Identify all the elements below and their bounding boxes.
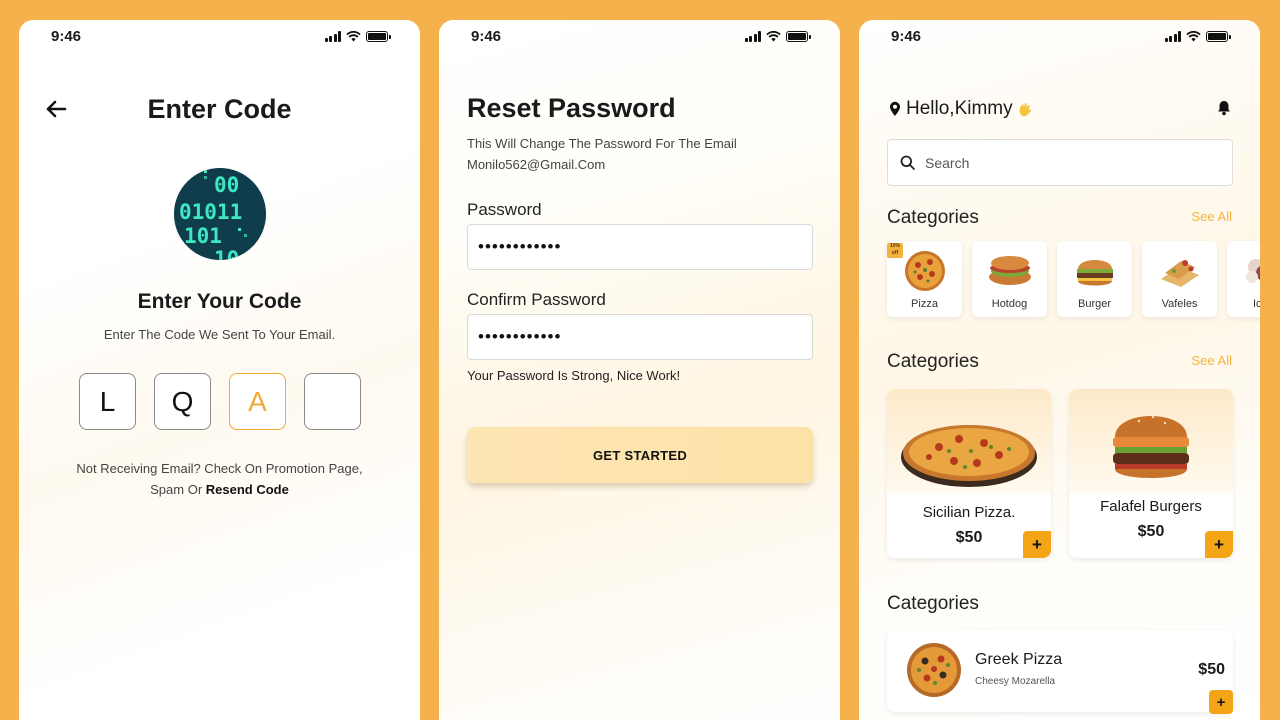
status-bar: 9:46 <box>859 28 1260 48</box>
hotdog-icon <box>988 256 1031 285</box>
code-subtitle: Enter Your Code <box>137 290 302 313</box>
location-pin-icon <box>890 101 900 116</box>
status-time: 9:46 <box>471 28 502 45</box>
enter-code-screen: 9:46 Enter Code 00 01011 101 10 Enter Yo… <box>19 20 420 720</box>
section-title-categories: Categories <box>887 593 979 614</box>
waffles-icon <box>1160 260 1199 287</box>
svg-text:00: 00 <box>214 173 239 197</box>
add-to-cart-button[interactable]: + <box>1209 690 1233 714</box>
code-description: Enter The Code We Sent To Your Email. <box>103 327 336 342</box>
status-icons <box>324 31 391 42</box>
category-hotdog[interactable]: Hotdog <box>972 241 1047 317</box>
section-title-categories: Categories <box>887 207 979 228</box>
waving-hand-icon <box>1019 102 1031 116</box>
category-label: Vafeles <box>1161 298 1198 310</box>
category-label: Hotdog <box>991 298 1028 310</box>
notification-bell-icon[interactable] <box>1216 100 1232 116</box>
search-input[interactable]: Search <box>887 139 1233 186</box>
status-icons <box>1164 31 1231 42</box>
section-title-categories: Categories <box>887 351 979 372</box>
burger-icon <box>1076 260 1113 286</box>
reset-description: This Will Change The Password For The Em… <box>467 133 737 175</box>
category-label: Ic <box>1253 298 1260 310</box>
list-item-subtitle: Cheesy Mozarella <box>975 676 1056 687</box>
ice-cream-icon <box>1245 259 1260 283</box>
resend-code-link[interactable]: Resend Code <box>206 482 289 497</box>
category-label: Pizza <box>911 298 938 310</box>
pizza-thumbnail <box>907 643 961 697</box>
reset-description-line1: This Will Change The Password For The Em… <box>467 136 737 151</box>
code-digit-1[interactable]: L <box>79 373 136 430</box>
category-row: 10% off Pizza Hotdog Burger Vafeles Ic <box>887 241 1260 321</box>
code-digit-2[interactable]: Q <box>154 373 211 430</box>
greeting: Hello,Kimmy <box>889 98 1032 120</box>
category-label: Burger <box>1077 298 1112 310</box>
battery-icon <box>1206 31 1231 42</box>
reset-password-screen: 9:46 Reset Password This Will Change The… <box>439 20 840 720</box>
food-card-falafel-burgers[interactable]: Falafel Burgers $50 + <box>1069 389 1233 558</box>
password-label: Password <box>467 200 542 219</box>
confirm-password-label: Confirm Password <box>467 290 606 309</box>
category-pizza[interactable]: 10% off Pizza <box>887 241 962 317</box>
get-started-button[interactable]: GET STARTED <box>467 427 813 483</box>
list-item-price: $50 <box>1198 661 1225 678</box>
svg-text:10: 10 <box>214 247 239 260</box>
greeting-text: Hello,Kimmy <box>906 98 1013 119</box>
resend-note: Not Receiving Email? Check On Promotion … <box>19 458 420 500</box>
status-time: 9:46 <box>891 28 922 45</box>
see-all-link[interactable]: See All <box>1192 209 1232 224</box>
code-digit-4[interactable] <box>304 373 361 430</box>
battery-icon <box>366 31 391 42</box>
status-bar: 9:46 <box>439 28 840 48</box>
food-card-sicilian-pizza[interactable]: Sicilian Pizza. $50 + <box>887 389 1051 558</box>
signal-icon <box>1164 31 1181 42</box>
binary-code-logo: 00 01011 101 10 <box>174 168 266 260</box>
category-waffles[interactable]: Vafeles <box>1142 241 1217 317</box>
resend-note-line1: Not Receiving Email? Check On Promotion … <box>76 461 363 476</box>
status-time: 9:46 <box>51 28 82 45</box>
resend-note-line2: Spam Or Resend Code <box>19 479 420 500</box>
wifi-icon <box>346 31 361 42</box>
password-strength-note: Your Password Is Strong, Nice Work! <box>467 368 681 383</box>
list-item-name: Greek Pizza <box>975 651 1063 668</box>
category-burger[interactable]: Burger <box>1057 241 1132 317</box>
list-item-greek-pizza[interactable]: Greek Pizza Cheesy Mozarella $50 + <box>887 630 1233 714</box>
svg-text:101: 101 <box>184 224 222 248</box>
burger-image <box>1113 415 1189 478</box>
code-input-row: L Q A <box>79 373 361 430</box>
page-title: Reset Password <box>467 93 676 123</box>
signal-icon <box>324 31 341 42</box>
food-name: Sicilian Pizza. <box>922 504 1016 521</box>
wifi-icon <box>1186 31 1201 42</box>
search-placeholder: Search <box>925 154 970 171</box>
food-name: Falafel Burgers <box>1100 498 1202 515</box>
pizza-image <box>901 425 1037 487</box>
status-bar: 9:46 <box>19 28 420 48</box>
resend-note-spam: Spam Or <box>150 482 206 497</box>
see-all-link[interactable]: See All <box>1192 353 1232 368</box>
category-ice-cream[interactable]: Ic <box>1227 241 1260 317</box>
battery-icon <box>786 31 811 42</box>
code-digit-3[interactable]: A <box>229 373 286 430</box>
svg-text:01011: 01011 <box>179 200 242 224</box>
home-screen: 9:46 Hello,Kimmy Search Categories See A… <box>859 20 1260 720</box>
page-title: Enter Code <box>147 94 292 124</box>
wifi-icon <box>766 31 781 42</box>
add-to-cart-button[interactable]: + <box>1205 531 1233 558</box>
reset-email: Monilo562@Gmail.Com <box>467 157 606 172</box>
password-field[interactable]: •••••••••••• <box>467 224 813 270</box>
pizza-icon <box>904 251 945 291</box>
status-icons <box>744 31 811 42</box>
signal-icon <box>744 31 761 42</box>
confirm-password-field[interactable]: •••••••••••• <box>467 314 813 360</box>
add-to-cart-button[interactable]: + <box>1023 531 1051 558</box>
search-icon <box>900 155 915 170</box>
